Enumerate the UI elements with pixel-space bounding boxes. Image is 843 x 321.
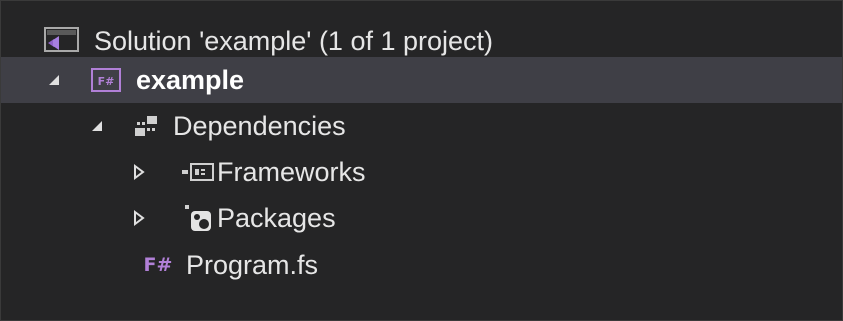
frameworks-icon [181, 160, 215, 184]
dependencies-label: Dependencies [173, 110, 346, 141]
tree-item-packages[interactable]: Packages [1, 195, 842, 241]
tree-item-dependencies[interactable]: Dependencies [1, 103, 842, 149]
tree-item-program-file[interactable]: F# Program.fs [1, 242, 842, 288]
expanded-arrow-icon[interactable] [89, 118, 105, 134]
program-file-label: Program.fs [186, 249, 319, 280]
solution-explorer-tree: Solution 'example' (1 of 1 project) F# e… [0, 0, 843, 321]
project-label: example [136, 64, 245, 95]
solution-label: Solution 'example' (1 of 1 project) [94, 25, 494, 56]
fsharp-file-icon: F# [143, 254, 173, 276]
frameworks-label: Frameworks [217, 156, 366, 187]
fsharp-project-icon: F# [91, 68, 121, 92]
packages-label: Packages [217, 202, 336, 233]
tree-item-frameworks[interactable]: Frameworks [1, 149, 842, 195]
collapsed-arrow-icon[interactable] [131, 209, 147, 227]
tree-item-project[interactable]: F# example [1, 57, 842, 103]
nuget-packages-icon [181, 203, 215, 233]
dependencies-icon [133, 114, 161, 138]
collapsed-arrow-icon[interactable] [131, 163, 147, 181]
svg-text:F#: F# [98, 75, 115, 88]
expanded-arrow-icon[interactable] [46, 72, 62, 88]
visual-studio-solution-icon [42, 26, 82, 56]
